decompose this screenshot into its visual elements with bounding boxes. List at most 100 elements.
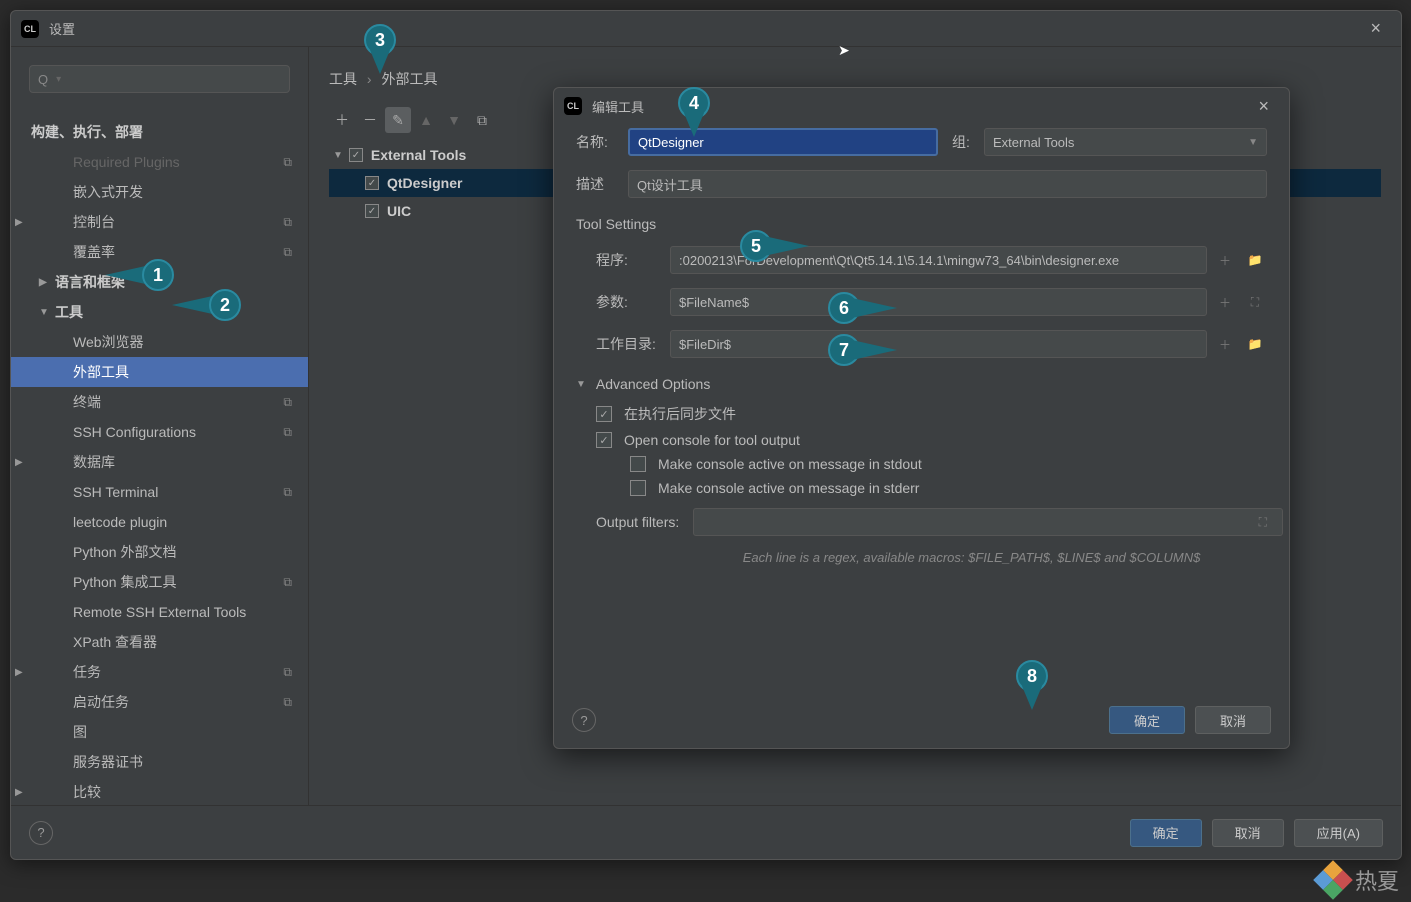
sidebar-item-label: 任务	[73, 662, 101, 682]
sidebar-item[interactable]: 图	[11, 717, 308, 747]
copy-icon: ⧉	[283, 395, 292, 410]
breadcrumb-root[interactable]: 工具	[329, 71, 357, 87]
stderr-active-row[interactable]: Make console active on message in stderr	[630, 480, 1267, 496]
ok-button[interactable]: 确定	[1109, 706, 1185, 734]
sidebar-item[interactable]: ▶任务⧉	[11, 657, 308, 687]
cursor-icon: ➤	[838, 42, 850, 59]
open-console-row[interactable]: Open console for tool output	[596, 432, 1267, 448]
chevron-down-icon: ▾	[56, 74, 61, 85]
apply-button[interactable]: 应用(A)	[1294, 819, 1383, 847]
expand-icon[interactable]: ⛶	[1259, 515, 1267, 530]
move-down-button[interactable]: ▼	[441, 107, 467, 133]
sync-files-row[interactable]: 在执行后同步文件	[596, 404, 1267, 424]
copy-icon: ⧉	[283, 665, 292, 680]
cancel-button[interactable]: 取消	[1195, 706, 1271, 734]
watermark-text: 热夏	[1355, 864, 1399, 896]
sidebar-item[interactable]: 终端⧉	[11, 387, 308, 417]
sidebar-item[interactable]: SSH Configurations⧉	[11, 417, 308, 447]
sidebar-item-label: 外部工具	[73, 362, 129, 382]
sidebar-item-label: 服务器证书	[73, 752, 143, 772]
titlebar: CL 设置 ×	[11, 11, 1401, 47]
help-button[interactable]: ?	[29, 821, 53, 845]
sidebar-item-label: Python 外部文档	[73, 542, 176, 562]
sidebar-item[interactable]: Python 集成工具⧉	[11, 567, 308, 597]
sidebar-item-label: 启动任务	[73, 692, 129, 712]
chevron-down-icon: ▼	[333, 150, 343, 161]
watermark: 热夏	[1319, 864, 1399, 896]
checkbox[interactable]	[630, 456, 646, 472]
search-input[interactable]: Q ▾	[29, 65, 290, 93]
copy-icon: ⧉	[283, 695, 292, 710]
sidebar-item-label: 工具	[55, 302, 83, 322]
checkbox[interactable]	[365, 204, 379, 218]
copy-icon: ⧉	[283, 155, 292, 170]
checkbox[interactable]	[365, 176, 379, 190]
edit-button[interactable]: ✎	[385, 107, 411, 133]
name-label: 名称:	[576, 132, 628, 152]
sidebar-item[interactable]: 启动任务 ⧉	[11, 687, 308, 717]
copy-icon: ⧉	[283, 215, 292, 230]
sidebar-item[interactable]: ▶比较	[11, 777, 308, 805]
args-input[interactable]	[670, 288, 1207, 316]
sidebar-item[interactable]: Python 外部文档	[11, 537, 308, 567]
move-up-button[interactable]: ▲	[413, 107, 439, 133]
dialog-titlebar: CL 编辑工具 ×	[554, 88, 1289, 124]
output-filters-input[interactable]	[693, 508, 1282, 536]
sidebar-item-label: 控制台	[73, 212, 115, 232]
advanced-expander[interactable]: ▼ Advanced Options	[576, 376, 1267, 392]
cancel-button[interactable]: 取消	[1212, 819, 1284, 847]
checkbox[interactable]	[349, 148, 363, 162]
copy-icon: ⧉	[283, 245, 292, 260]
group-select[interactable]: External Tools ▼	[984, 128, 1267, 156]
sidebar-item[interactable]: leetcode plugin	[11, 507, 308, 537]
browse-button[interactable]: 📁	[1243, 332, 1267, 356]
close-icon[interactable]: ×	[1248, 96, 1279, 117]
copy-button[interactable]: ⧉	[469, 107, 495, 133]
annotation-marker: 1	[142, 259, 174, 291]
args-label: 参数:	[596, 292, 670, 312]
sidebar-item[interactable]: 构建、执行、部署	[11, 117, 308, 147]
checkbox[interactable]	[596, 432, 612, 448]
name-input[interactable]	[628, 128, 938, 156]
ok-button[interactable]: 确定	[1130, 819, 1202, 847]
desc-input[interactable]	[628, 170, 1267, 198]
sidebar: Q ▾ 构建、执行、部署Required Plugins⧉嵌入式开发▶控制台⧉覆…	[11, 47, 309, 805]
sidebar-item[interactable]: 嵌入式开发	[11, 177, 308, 207]
search-icon: Q	[38, 72, 48, 87]
chevron-right-icon: ▶	[15, 457, 23, 468]
sidebar-item[interactable]: ▶ 控制台 ⧉	[11, 207, 308, 237]
insert-macro-button[interactable]: ＋	[1213, 290, 1237, 314]
sidebar-item[interactable]: ▶数据库	[11, 447, 308, 477]
close-icon[interactable]: ×	[1360, 18, 1391, 39]
insert-macro-button[interactable]: ＋	[1213, 248, 1237, 272]
dialog-body: 名称: 组: External Tools ▼ 描述 Tool Settings…	[554, 124, 1289, 577]
browse-button[interactable]: 📁	[1243, 248, 1267, 272]
sidebar-item[interactable]: XPath 查看器	[11, 627, 308, 657]
checkbox[interactable]	[630, 480, 646, 496]
remove-button[interactable]: －	[357, 107, 383, 133]
help-button[interactable]: ?	[572, 708, 596, 732]
sync-files-label: 在执行后同步文件	[624, 404, 736, 424]
footer: ? 确定 取消 应用(A)	[11, 805, 1401, 859]
workdir-input[interactable]	[670, 330, 1207, 358]
annotation-marker: 2	[209, 289, 241, 321]
sidebar-item[interactable]: 服务器证书	[11, 747, 308, 777]
chevron-right-icon: ▶	[39, 277, 47, 288]
window-title: 设置	[49, 19, 1360, 38]
sidebar-item[interactable]: 外部工具	[11, 357, 308, 387]
checkbox[interactable]	[596, 406, 612, 422]
sidebar-item[interactable]: ▼工具	[11, 297, 308, 327]
advanced-label: Advanced Options	[596, 376, 710, 392]
watermark-logo	[1313, 860, 1353, 900]
sidebar-item[interactable]: Remote SSH External Tools	[11, 597, 308, 627]
sidebar-item[interactable]: SSH Terminal⧉	[11, 477, 308, 507]
copy-icon: ⧉	[283, 575, 292, 590]
insert-macro-button[interactable]: ＋	[1213, 332, 1237, 356]
stdout-active-row[interactable]: Make console active on message in stdout	[630, 456, 1267, 472]
expand-button[interactable]: ⛶	[1243, 290, 1267, 314]
sidebar-item[interactable]: Required Plugins⧉	[11, 147, 308, 177]
sidebar-item[interactable]: Web浏览器	[11, 327, 308, 357]
add-button[interactable]: ＋	[329, 107, 355, 133]
app-icon: CL	[564, 97, 582, 115]
chevron-right-icon: ▶	[15, 217, 23, 228]
